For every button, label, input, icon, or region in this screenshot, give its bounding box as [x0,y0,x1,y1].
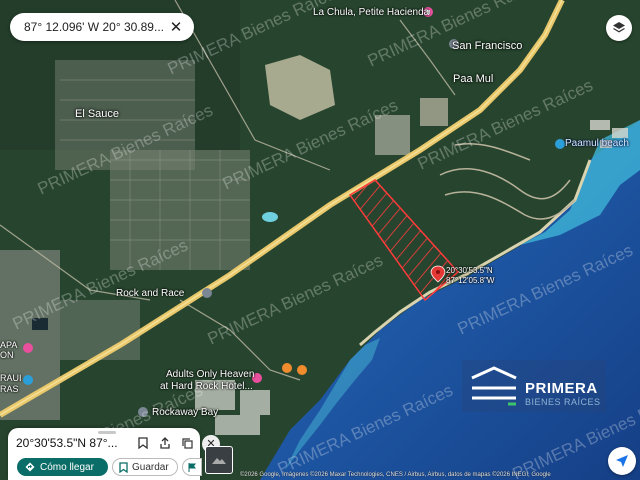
place-label-rockaway-bay[interactable]: Rockaway Bay [152,407,218,418]
my-location-button[interactable] [608,447,636,475]
copy-icon[interactable] [176,435,198,451]
place-label-el-sauce[interactable]: El Sauce [75,108,119,120]
poi-marker-icon[interactable] [282,363,292,373]
coordinate-text[interactable]: 87° 12.096' W 20° 30.89... [24,20,168,34]
layers-icon [613,22,625,33]
place-label-adults-only-heaven[interactable]: Adults Only Heaven [166,369,254,380]
clearing-2 [375,115,410,155]
poi-marker-icon[interactable] [138,407,148,417]
edge-label: APA [0,340,18,350]
edge-label: ON [0,350,14,360]
place-label-hard-rock-hotel[interactable]: at Hard Rock Hotel... [160,381,253,392]
place-label-rock-and-race[interactable]: Rock and Race [116,288,184,299]
pin-longitude: 87°12'05.8"W [446,276,495,285]
directions-label: Cómo llegar [40,461,94,473]
place-label-san-francisco[interactable]: San Francisco [452,40,522,52]
pool [262,212,278,222]
place-label-la-chula[interactable]: La Chula, Petite Hacienda [313,7,429,18]
close-icon[interactable]: ✕ [168,18,184,36]
street-view-icon [212,458,226,464]
clearing-3 [420,98,448,126]
place-label-paamul-beach[interactable]: Paamul beach [565,138,629,149]
more-button[interactable] [182,458,202,476]
directions-button[interactable]: Cómo llegar [17,458,108,476]
street-view-thumbnail[interactable] [205,446,233,474]
poi-marker-icon[interactable] [297,365,307,375]
my-location-icon [616,455,628,467]
save-label: Guardar [132,461,169,473]
water-tank [32,318,48,330]
poi-marker-icon[interactable] [23,343,33,353]
logo-mark-icon [471,366,517,406]
sheet-drag-handle[interactable] [98,431,116,434]
map-attribution: ©2026 Google, Imágenes ©2026 Maxar Techn… [240,472,551,478]
place-sheet[interactable]: 20°30'53.5"N 87°... ✕ Cómo llegar Guarda… [8,428,220,480]
layers-button[interactable] [606,15,632,41]
flag-icon [188,462,196,472]
pin-coordinates-label: 20°30'53.5"N 87°12'05.8"W [446,266,494,286]
poi-marker-icon[interactable] [202,288,212,298]
edge-label: RAS [0,384,19,394]
poi-marker-icon[interactable] [555,139,565,149]
logo-name: PRIMERA [525,380,598,397]
directions-icon [25,462,35,472]
coordinate-search-bar[interactable]: 87° 12.096' W 20° 30.89... ✕ [10,13,194,41]
bookmark-icon[interactable] [132,435,154,451]
pin-latitude: 20°30'53.5"N [446,266,493,275]
share-icon[interactable] [154,435,176,451]
place-label-paa-mul[interactable]: Paa Mul [453,73,493,85]
logo-tagline: BIENES RAÍCES [525,397,601,407]
edge-label: RAUI [0,373,22,383]
poi-marker-icon[interactable] [23,375,33,385]
save-button[interactable]: Guardar [112,458,178,476]
save-bookmark-icon [119,461,128,473]
sheet-title: 20°30'53.5"N 87°... [16,436,118,450]
